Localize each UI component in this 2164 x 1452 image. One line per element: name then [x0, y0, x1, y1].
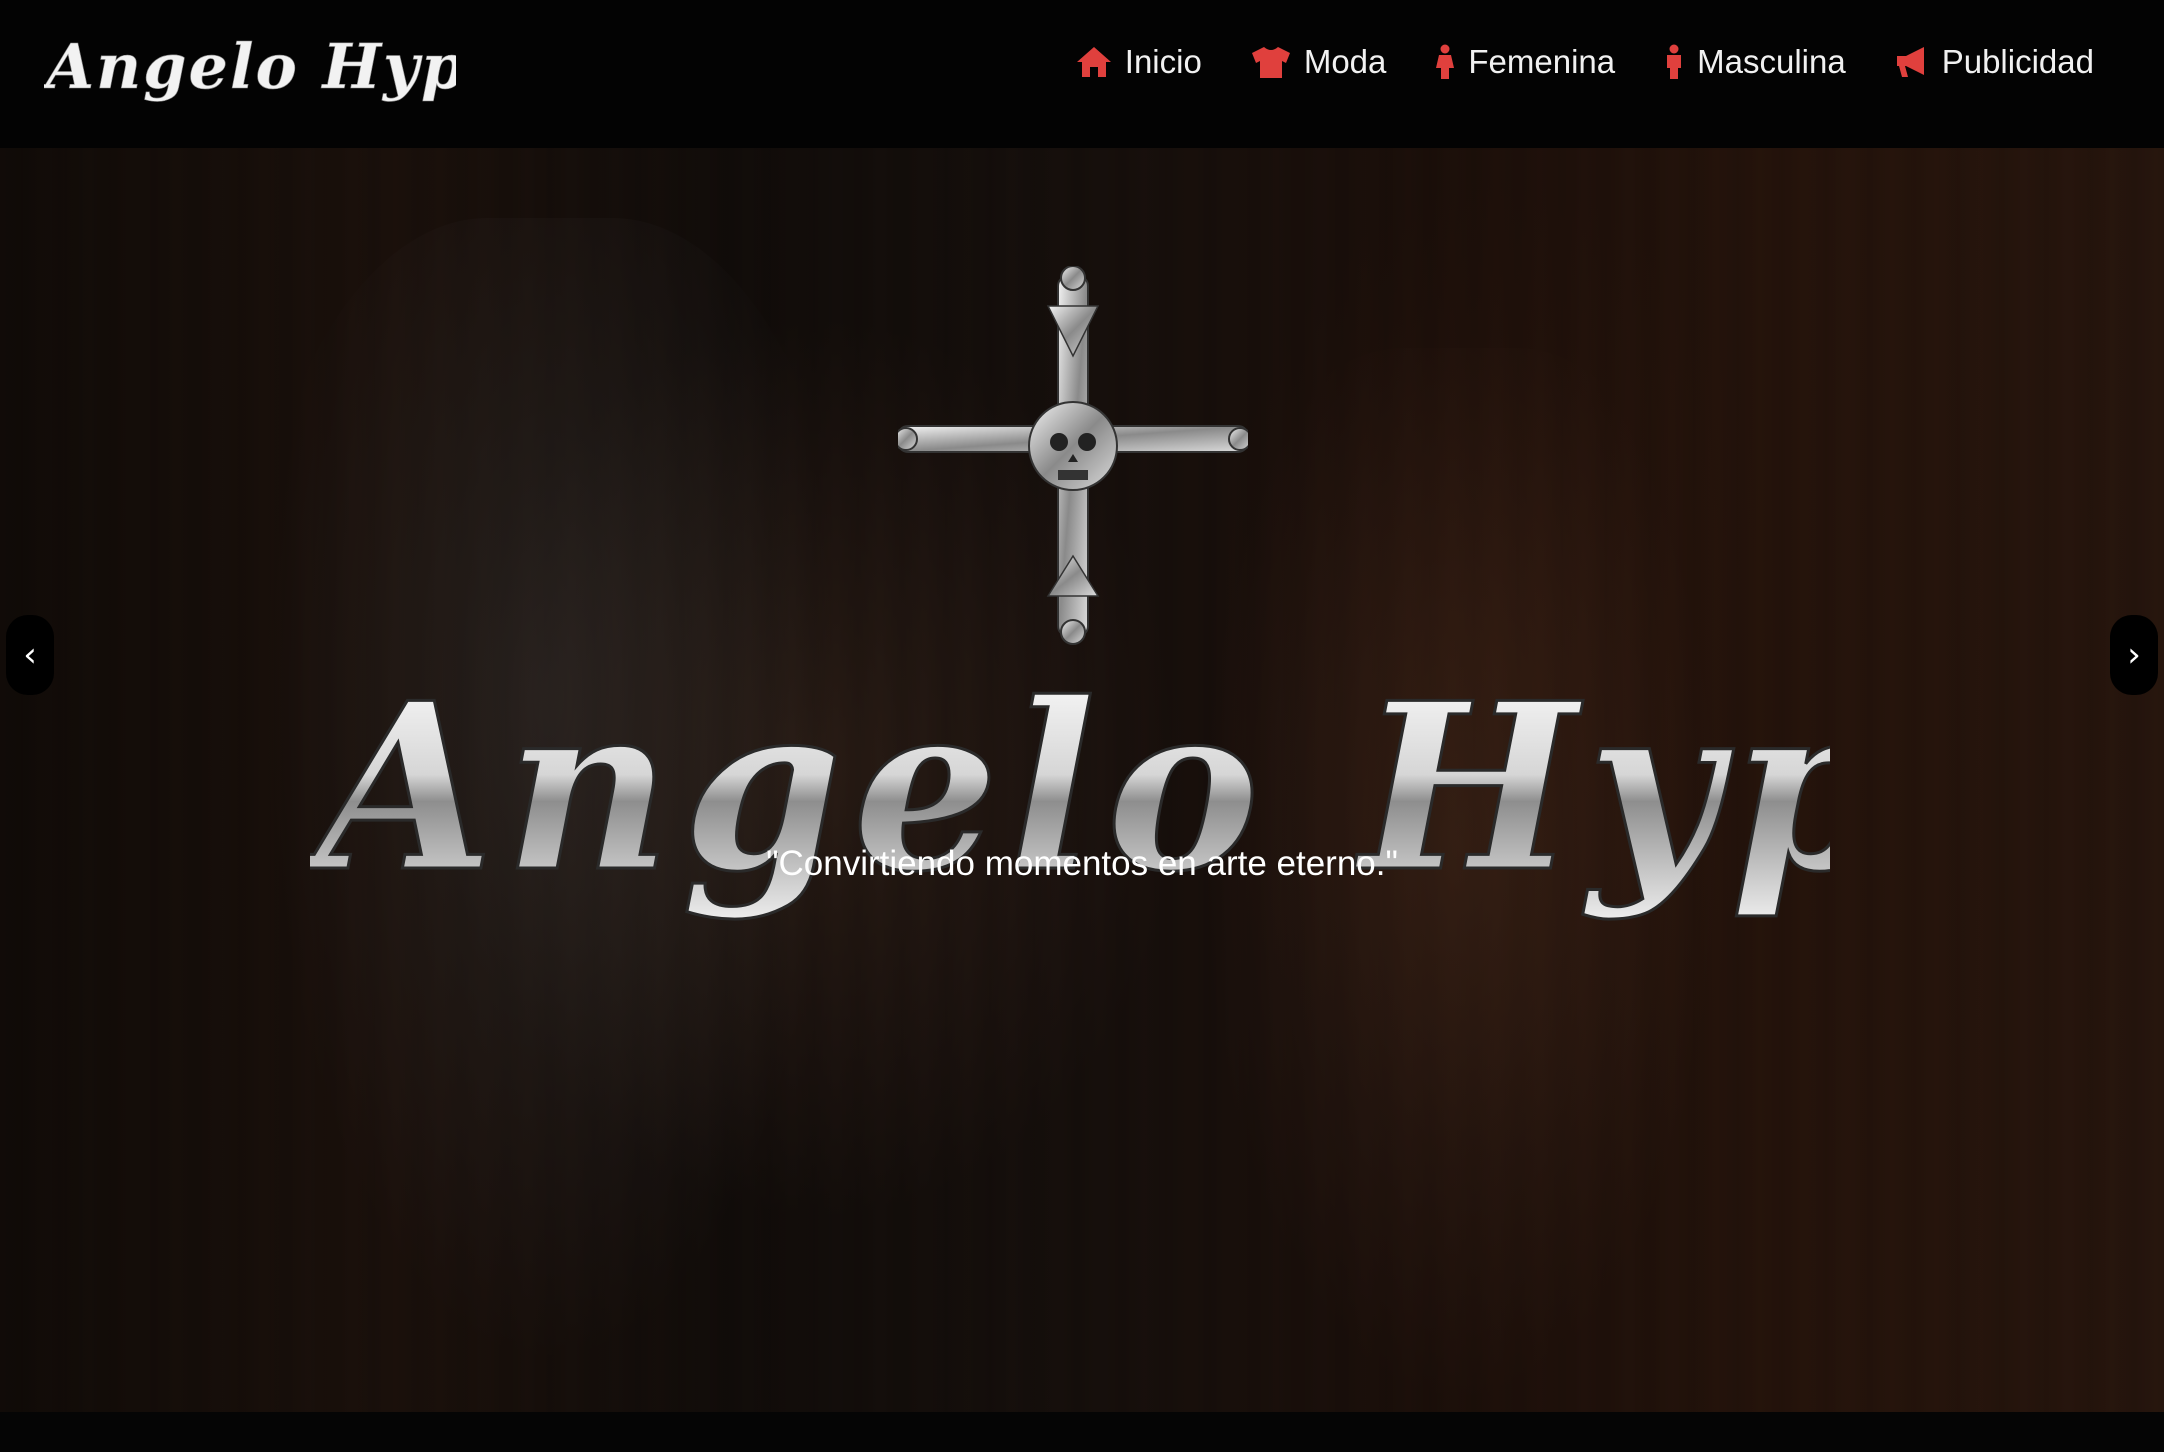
ornate-cross-skull-icon: [898, 266, 1248, 645]
nav-item-femenina[interactable]: Femenina: [1434, 43, 1615, 81]
megaphone-icon: [1894, 45, 1930, 79]
hero-slider: Angelo Hype "Convirtiendo momentos en ar…: [0, 148, 2164, 1412]
nav-item-label: Publicidad: [1941, 43, 2094, 80]
hero-title-logo: Angelo Hype: [310, 668, 1830, 925]
nav-item-publicidad[interactable]: Publicidad: [1894, 43, 2094, 81]
chevron-right-icon: ›: [2127, 635, 2141, 675]
male-icon: [1663, 44, 1685, 80]
nav-item-label: Femenina: [1468, 43, 1616, 80]
slider-next-button[interactable]: ›: [2110, 615, 2158, 695]
home-icon: [1075, 45, 1113, 79]
page-bottom-strip: [0, 1412, 2164, 1452]
nav-item-masculina[interactable]: Masculina: [1663, 43, 1846, 81]
brand-logo[interactable]: Angelo Hype: [44, 24, 456, 104]
tshirt-icon: [1250, 45, 1292, 79]
nav-item-label: Inicio: [1124, 43, 1202, 80]
svg-text:Angelo Hype: Angelo Hype: [310, 668, 1830, 923]
female-icon: [1434, 44, 1456, 80]
nav-item-label: Masculina: [1697, 43, 1846, 80]
nav-item-label: Moda: [1303, 43, 1387, 80]
slider-prev-button[interactable]: ‹: [6, 615, 54, 695]
nav-item-moda[interactable]: Moda: [1250, 43, 1387, 81]
chevron-left-icon: ‹: [23, 635, 37, 675]
svg-text:Angelo Hype: Angelo Hype: [44, 30, 456, 103]
nav-item-inicio[interactable]: Inicio: [1075, 43, 1202, 81]
hero-tagline: "Convirtiendo momentos en arte eterno.": [766, 844, 1398, 883]
main-nav: Inicio Moda Femenina Masculina Publicida…: [1027, 30, 2094, 94]
top-navbar: Angelo Hype Inicio Moda Femenina Masculi…: [0, 0, 2164, 148]
